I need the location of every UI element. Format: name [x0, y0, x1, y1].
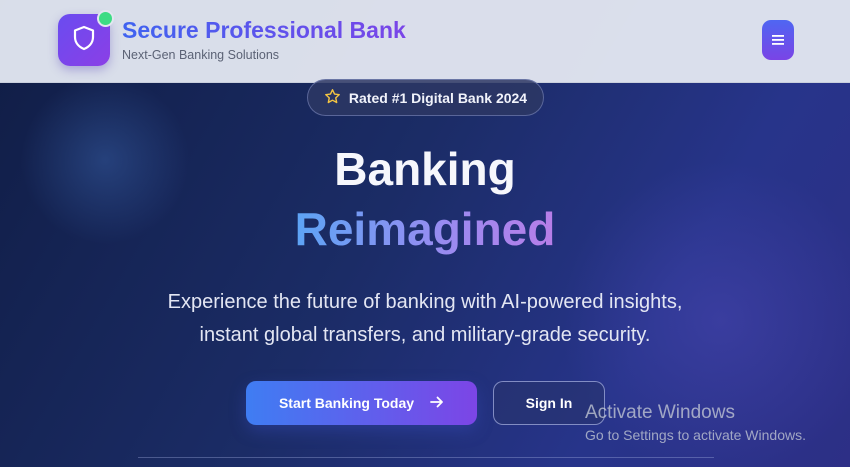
start-banking-label: Start Banking Today: [278, 395, 415, 411]
hero-description: Experience the future of banking with AI…: [125, 286, 725, 352]
hero-description-line1: Experience the future of banking with AI…: [167, 291, 683, 313]
hero-title-line1: Banking: [334, 143, 516, 195]
menu-button[interactable]: [762, 20, 794, 60]
brand-title: Secure Professional Bank: [122, 17, 406, 43]
sign-in-label: Sign In: [525, 395, 573, 411]
hero-title-line2: Reimagined: [0, 202, 850, 256]
online-status-dot: [97, 10, 114, 27]
start-banking-button[interactable]: Start Banking Today: [246, 381, 477, 425]
shield-icon: [72, 25, 96, 56]
brand-subtitle: Next-Gen Banking Solutions: [122, 48, 280, 62]
section-divider: [138, 457, 714, 458]
hero-title-highlight: Reimagined: [294, 203, 556, 255]
activate-windows-subtitle: Go to Settings to activate Windows.: [585, 427, 806, 443]
menu-icon: [772, 32, 784, 48]
star-icon: [324, 88, 341, 108]
hero-description-line2: instant global transfers, and military-g…: [199, 324, 651, 346]
top-header: Secure Professional Bank Next-Gen Bankin…: [0, 0, 850, 83]
badge-label: Rated #1 Digital Bank 2024: [348, 89, 528, 106]
arrow-right-icon: [430, 395, 444, 411]
rating-badge: Rated #1 Digital Bank 2024: [307, 79, 544, 116]
activate-windows-title: Activate Windows: [585, 402, 735, 423]
